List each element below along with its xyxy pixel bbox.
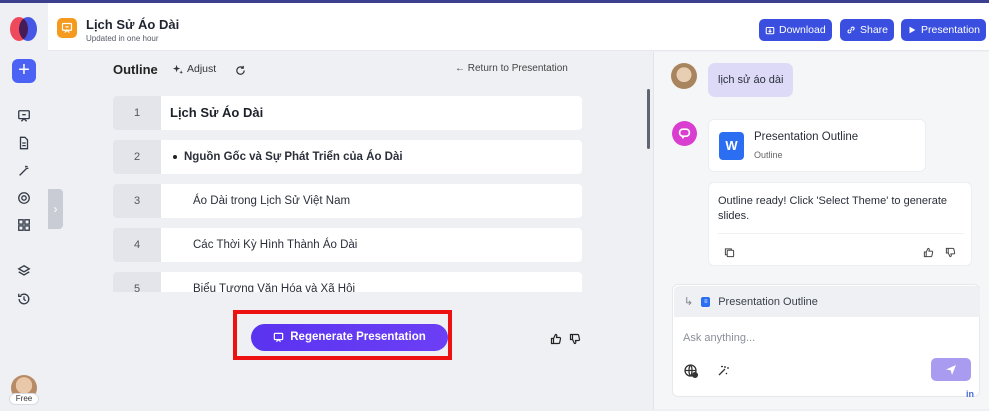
sparkle-icon [172,64,183,74]
chat-panel: lịch sử áo dài W Presentation Outline Ou… [653,52,989,409]
return-to-presentation-link[interactable]: ← Return to Presentation [455,63,568,74]
thumbs-up-icon[interactable] [550,332,562,345]
row-text: Nguồn Gốc và Sự Phát Triển của Áo Dài [184,151,403,163]
assistant-message-text: Outline ready! Click 'Select Theme' to g… [718,195,948,222]
adjust-label: Adjust [187,63,217,75]
adjust-button[interactable]: Adjust [172,63,216,75]
page-title: Lịch Sử Áo Dài [86,17,180,32]
thumbs-up-icon[interactable] [923,245,934,258]
outline-row[interactable]: 3 Áo Dài trong Lịch Sử Việt Nam [113,184,582,218]
row-number: 1 [113,96,161,130]
row-number: 5 [113,272,161,292]
outline-scrollbar[interactable] [647,89,650,149]
outline-card[interactable]: W Presentation Outline Outline [708,119,926,172]
outline-row[interactable]: 5 Biểu Tượng Văn Hóa và Xã Hội [113,272,582,292]
magic-wand-icon[interactable] [15,162,33,180]
row-number: 4 [113,228,161,262]
presentation-icon[interactable] [15,107,33,125]
share-label: Share [860,24,889,36]
assistant-avatar [672,121,697,146]
outline-panel: › Outline Adjust ← Return to Presentatio… [48,52,652,409]
chat-bubble-icon [678,128,691,139]
presentation-label: Presentation [921,24,980,36]
row-text[interactable]: Lịch Sử Áo Dài [161,96,582,130]
send-button[interactable] [931,358,971,381]
watermark: in [966,389,974,399]
share-button[interactable]: Share [840,19,895,41]
row-text[interactable]: Biểu Tượng Văn Hóa và Xã Hội [161,272,582,292]
regenerate-label: Regenerate Presentation [290,331,426,343]
card-subtitle: Outline [754,150,783,160]
grid-icon[interactable] [15,216,33,234]
outline-row[interactable]: 2 Nguồn Gốc và Sự Phát Triển của Áo Dài [113,140,582,174]
download-button[interactable]: Download [759,19,832,41]
plan-badge: Free [9,393,39,405]
link-icon [847,26,855,34]
target-icon[interactable] [15,189,33,207]
download-icon [765,26,775,35]
reference-label: Presentation Outline [718,295,818,308]
new-button[interactable]: + [12,59,36,83]
header: Lịch Sử Áo Dài Updated in one hour Downl… [48,3,989,51]
row-number: 3 [113,184,161,218]
outline-title: Outline [113,62,158,77]
bullet-icon [173,154,177,159]
updated-status: Updated in one hour [86,34,159,43]
globe-icon[interactable] [683,363,699,379]
history-icon[interactable] [15,290,33,308]
refresh-icon[interactable] [235,63,248,76]
thumbs-down-icon[interactable] [569,332,581,345]
play-icon [909,26,916,34]
assistant-message: Outline ready! Click 'Select Theme' to g… [708,182,972,266]
expand-sidebar-tab[interactable]: › [48,189,63,229]
thumbs-down-icon[interactable] [945,245,956,258]
row-text[interactable]: Các Thời Kỳ Hình Thành Áo Dài [161,228,582,262]
app-logo[interactable] [10,17,38,41]
reference-chip[interactable]: ↳ ≡ Presentation Outline [674,286,980,317]
chat-composer: ↳ ≡ Presentation Outline Ask anything... [672,284,980,397]
user-avatar [671,63,697,89]
regenerate-presentation-button[interactable]: Regenerate Presentation [251,324,448,351]
outline-row[interactable]: 1 Lịch Sử Áo Dài [113,96,582,130]
left-rail: + Free [0,3,48,411]
card-title: Presentation Outline [754,131,859,143]
doc-icon: ≡ [701,296,711,307]
word-doc-icon: W [719,132,744,160]
outline-list: 1 Lịch Sử Áo Dài 2 Nguồn Gốc và Sự Phát … [113,96,582,292]
send-icon [946,364,956,375]
download-label: Download [779,24,826,36]
chat-input[interactable]: Ask anything... [683,332,755,344]
layers-icon[interactable] [15,262,33,280]
copy-icon[interactable] [724,245,735,258]
reply-arrow-icon: ↳ [684,296,694,308]
presentation-doc-icon [57,18,77,38]
presentation-button[interactable]: Presentation [901,19,986,41]
divider [718,233,964,234]
document-icon[interactable] [15,134,33,152]
presentation-icon [274,332,284,343]
row-text-container[interactable]: Nguồn Gốc và Sự Phát Triển của Áo Dài [161,140,582,174]
user-message: lịch sử áo dài [708,63,794,97]
outline-row[interactable]: 4 Các Thời Kỳ Hình Thành Áo Dài [113,228,582,262]
magic-wand-icon[interactable] [715,363,731,379]
row-text[interactable]: Áo Dài trong Lịch Sử Việt Nam [161,184,582,218]
row-number: 2 [113,140,161,174]
